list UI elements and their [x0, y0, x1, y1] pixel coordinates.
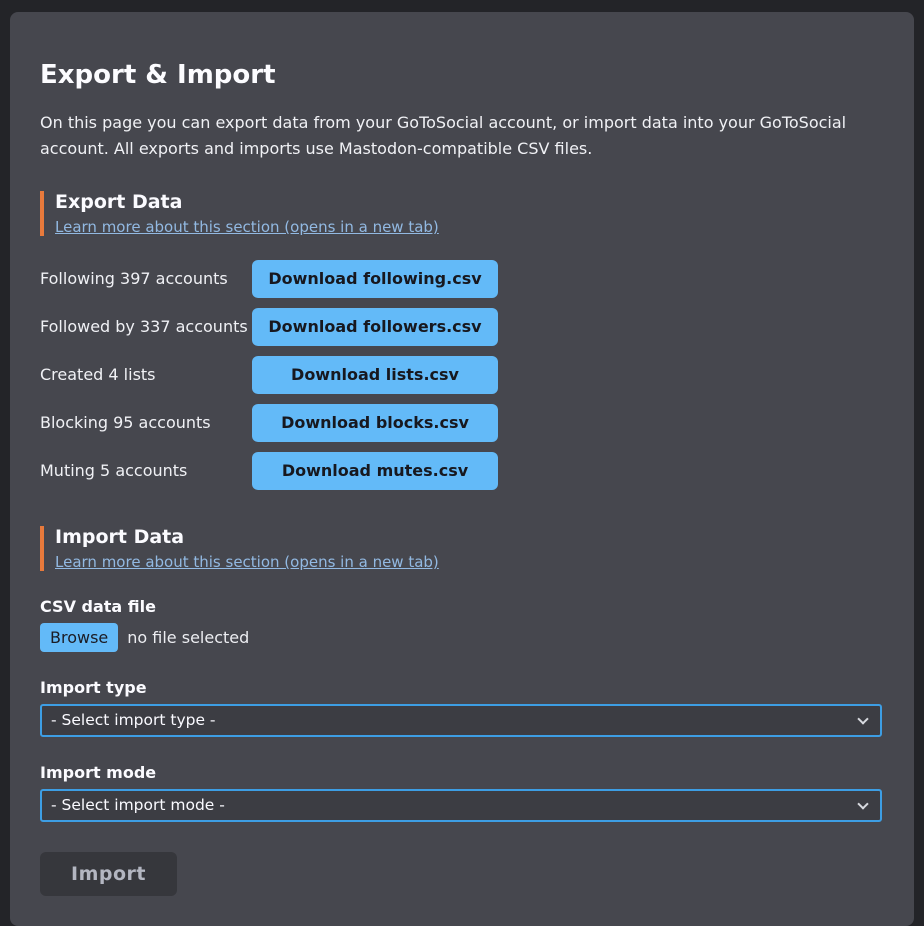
download-followers-button[interactable]: Download followers.csv [252, 308, 498, 346]
export-row-following: Following 397 accounts Download followin… [40, 260, 884, 298]
import-mode-select-wrap: - Select import mode - [40, 789, 882, 822]
file-status-text: no file selected [127, 628, 249, 647]
download-lists-button[interactable]: Download lists.csv [252, 356, 498, 394]
csv-file-input: Browse no file selected [40, 623, 884, 652]
export-row-mutes: Muting 5 accounts Download mutes.csv [40, 452, 884, 490]
export-row-label: Blocking 95 accounts [40, 413, 252, 432]
download-blocks-button[interactable]: Download blocks.csv [252, 404, 498, 442]
download-following-button[interactable]: Download following.csv [252, 260, 498, 298]
browse-button[interactable]: Browse [40, 623, 118, 652]
import-learn-more-link[interactable]: Learn more about this section (opens in … [55, 553, 439, 571]
import-section-title: Import Data [55, 526, 884, 548]
export-import-panel: Export & Import On this page you can exp… [10, 12, 914, 926]
page-title: Export & Import [40, 60, 884, 90]
export-row-lists: Created 4 lists Download lists.csv [40, 356, 884, 394]
import-type-label: Import type [40, 678, 884, 697]
export-row-label: Followed by 337 accounts [40, 317, 252, 336]
export-row-followers: Followed by 337 accounts Download follow… [40, 308, 884, 346]
export-rows: Following 397 accounts Download followin… [40, 260, 884, 490]
export-learn-more-link[interactable]: Learn more about this section (opens in … [55, 218, 439, 236]
import-mode-select[interactable]: - Select import mode - [40, 789, 882, 822]
import-mode-label: Import mode [40, 763, 884, 782]
export-section-header: Export Data Learn more about this sectio… [40, 191, 884, 236]
import-section-header: Import Data Learn more about this sectio… [40, 526, 884, 571]
import-section: Import Data Learn more about this sectio… [40, 526, 884, 896]
csv-file-label: CSV data file [40, 597, 884, 616]
download-mutes-button[interactable]: Download mutes.csv [252, 452, 498, 490]
export-row-label: Created 4 lists [40, 365, 252, 384]
page-description: On this page you can export data from yo… [40, 110, 884, 163]
import-type-select-wrap: - Select import type - [40, 704, 882, 737]
export-row-label: Following 397 accounts [40, 269, 252, 288]
export-row-blocks: Blocking 95 accounts Download blocks.csv [40, 404, 884, 442]
export-section-title: Export Data [55, 191, 884, 213]
import-submit-button[interactable]: Import [40, 852, 177, 896]
import-type-select[interactable]: - Select import type - [40, 704, 882, 737]
export-row-label: Muting 5 accounts [40, 461, 252, 480]
